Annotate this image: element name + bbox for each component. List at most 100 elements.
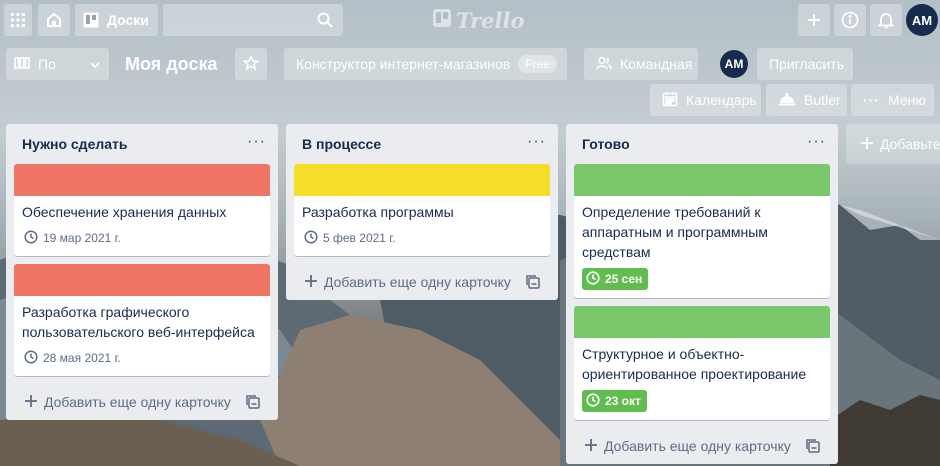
more-icon[interactable]: ··· bbox=[527, 133, 546, 151]
logo-text: Trello bbox=[456, 7, 525, 33]
user-avatar[interactable]: AM bbox=[906, 4, 938, 36]
due-date-text: 5 фев 2021 г. bbox=[323, 231, 396, 245]
bell-icon bbox=[878, 11, 894, 29]
due-date-badge-complete[interactable]: 25 сен bbox=[582, 268, 649, 290]
board-member-avatar[interactable]: AM bbox=[720, 50, 748, 78]
create-button[interactable] bbox=[798, 4, 830, 36]
info-button[interactable] bbox=[834, 4, 866, 36]
add-card-button[interactable]: Добавить еще одну карточку bbox=[574, 428, 830, 464]
list-title[interactable]: Готово bbox=[582, 136, 630, 152]
card-title: Обеспечение хранения данных bbox=[22, 204, 227, 220]
list-in-progress[interactable]: В процессе ··· Разработка программы 5 фе… bbox=[286, 124, 558, 300]
add-list-label: Добавьте bbox=[880, 136, 940, 152]
more-icon: ··· bbox=[863, 92, 880, 108]
search-input[interactable] bbox=[163, 4, 343, 36]
more-icon[interactable]: ··· bbox=[247, 133, 266, 151]
card-title: Разработка программы bbox=[302, 204, 454, 220]
due-date-text: 23 окт bbox=[605, 394, 641, 408]
card-title: Определение требований к аппаратным и пр… bbox=[582, 204, 768, 260]
home-icon bbox=[45, 11, 63, 29]
info-icon bbox=[841, 11, 859, 29]
add-card-button[interactable]: Добавить еще одну карточку bbox=[294, 264, 550, 300]
clock-icon bbox=[586, 392, 600, 410]
due-date-text: 25 сен bbox=[605, 272, 643, 286]
boards-button[interactable]: Доски bbox=[75, 4, 158, 36]
trello-logo[interactable]: Trello bbox=[432, 7, 525, 33]
list-title[interactable]: В процессе bbox=[302, 136, 381, 152]
butler-button[interactable]: Butler bbox=[766, 84, 847, 116]
card-cover bbox=[14, 164, 270, 196]
add-card-label: Добавить еще одну карточку bbox=[324, 274, 511, 290]
top-navigation-bar: Доски Trello AM bbox=[0, 0, 940, 40]
plus-icon bbox=[584, 438, 598, 455]
due-date-text: 19 мар 2021 г. bbox=[43, 231, 121, 245]
chevron-down-icon bbox=[89, 56, 101, 72]
star-button[interactable] bbox=[235, 48, 267, 80]
team-icon bbox=[596, 56, 612, 73]
clock-icon bbox=[24, 349, 38, 367]
due-date-badge[interactable]: 5 фев 2021 г. bbox=[302, 228, 398, 248]
trello-logo-icon bbox=[432, 8, 452, 33]
card-template-icon[interactable] bbox=[526, 275, 540, 292]
workspace-label: Конструктор интернет-магазинов bbox=[296, 56, 511, 72]
card[interactable]: Обеспечение хранения данных 19 мар 2021 … bbox=[14, 164, 270, 256]
list-title[interactable]: Нужно сделать bbox=[22, 136, 128, 152]
invite-button[interactable]: Пригласить bbox=[757, 48, 853, 80]
add-card-label: Добавить еще одну карточку bbox=[44, 394, 231, 410]
card[interactable]: Определение требований к аппаратным и пр… bbox=[574, 164, 830, 298]
card-cover bbox=[294, 164, 550, 196]
board-view-icon bbox=[14, 56, 30, 72]
due-date-badge[interactable]: 19 мар 2021 г. bbox=[22, 228, 123, 248]
list-header[interactable]: В процессе ··· bbox=[294, 124, 550, 164]
free-badge: Free bbox=[518, 55, 557, 73]
boards-label: Доски bbox=[107, 12, 149, 28]
card[interactable]: Структурное и объектно-ориентированное п… bbox=[574, 306, 830, 420]
list-header[interactable]: Готово ··· bbox=[574, 124, 830, 164]
calendar-icon bbox=[662, 91, 678, 110]
menu-label: Меню bbox=[888, 92, 926, 108]
list-done[interactable]: Готово ··· Определение требований к аппа… bbox=[566, 124, 838, 464]
card[interactable]: Разработка программы 5 фев 2021 г. bbox=[294, 164, 550, 256]
calendar-label: Календарь bbox=[686, 92, 757, 108]
notifications-button[interactable] bbox=[870, 4, 902, 36]
invite-label: Пригласить bbox=[769, 56, 844, 72]
star-icon bbox=[242, 54, 260, 74]
board-header: По Моя доска Конструктор интернет-магази… bbox=[0, 40, 940, 120]
add-list-button[interactable]: Добавьте bbox=[846, 124, 940, 164]
visibility-label: Командная bbox=[620, 56, 693, 72]
menu-button[interactable]: ··· Меню bbox=[851, 84, 934, 116]
add-card-label: Добавить еще одну карточку bbox=[604, 438, 791, 454]
grid-icon bbox=[10, 12, 26, 28]
clock-icon bbox=[586, 270, 600, 288]
card-template-icon[interactable] bbox=[806, 439, 820, 456]
clock-icon bbox=[24, 229, 38, 247]
board-title[interactable]: Моя доска bbox=[125, 48, 217, 80]
butler-icon bbox=[778, 92, 796, 109]
more-icon[interactable]: ··· bbox=[807, 133, 826, 151]
card[interactable]: Разработка графического пользовательског… bbox=[14, 264, 270, 376]
due-date-badge[interactable]: 28 мая 2021 г. bbox=[22, 348, 123, 368]
add-card-button[interactable]: Добавить еще одну карточку bbox=[14, 384, 270, 420]
card-cover bbox=[574, 164, 830, 196]
due-date-text: 28 мая 2021 г. bbox=[43, 351, 121, 365]
plus-icon bbox=[806, 12, 822, 28]
home-button[interactable] bbox=[38, 4, 70, 36]
board-icon bbox=[83, 12, 99, 28]
board-view-label: По bbox=[38, 56, 56, 72]
workspace-button[interactable]: Конструктор интернет-магазинов Free bbox=[284, 48, 567, 80]
card-title: Разработка графического пользовательског… bbox=[22, 304, 255, 340]
card-cover bbox=[574, 306, 830, 338]
card-cover bbox=[14, 264, 270, 296]
card-template-icon[interactable] bbox=[246, 395, 260, 412]
visibility-button[interactable]: Командная bbox=[584, 48, 698, 80]
calendar-button[interactable]: Календарь bbox=[650, 84, 761, 116]
list-todo[interactable]: Нужно сделать ··· Обеспечение хранения д… bbox=[6, 124, 278, 420]
plus-icon bbox=[304, 274, 318, 291]
butler-label: Butler bbox=[804, 92, 841, 108]
board-view-switcher[interactable]: По bbox=[6, 48, 109, 80]
list-header[interactable]: Нужно сделать ··· bbox=[14, 124, 270, 164]
apps-button[interactable] bbox=[4, 4, 32, 36]
due-date-badge-complete[interactable]: 23 окт bbox=[582, 390, 647, 412]
plus-icon bbox=[860, 136, 874, 153]
card-title: Структурное и объектно-ориентированное п… bbox=[582, 346, 807, 382]
